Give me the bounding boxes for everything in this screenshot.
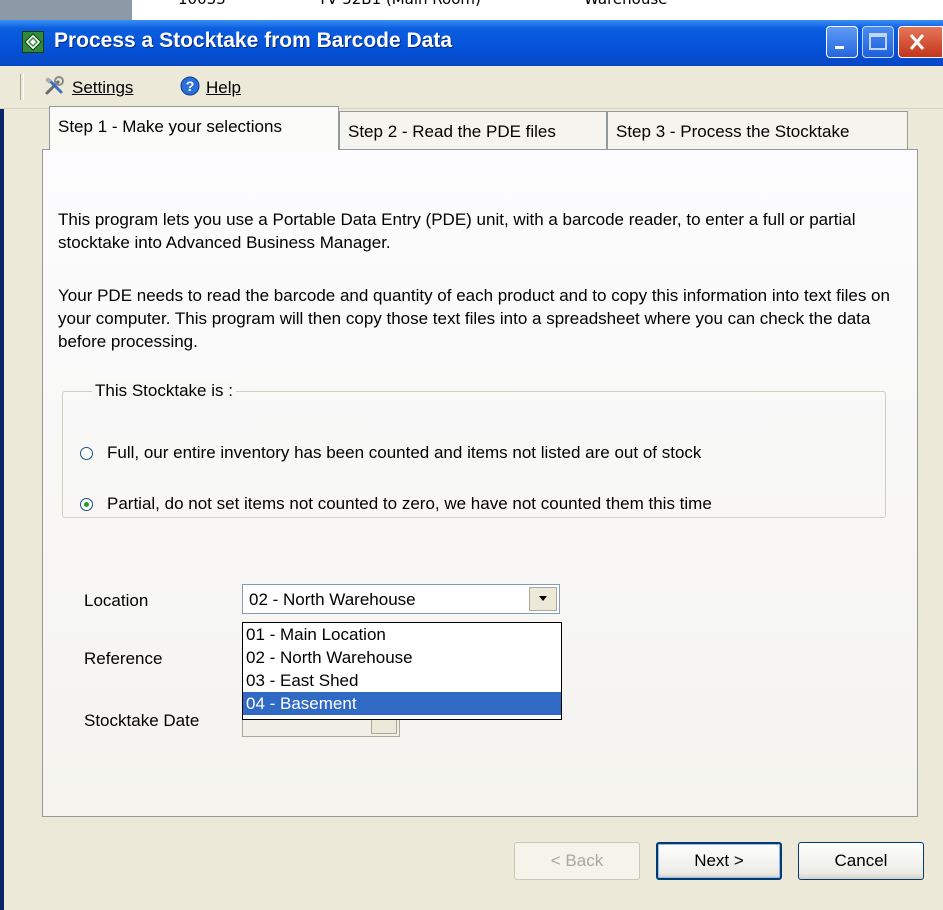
tab-step-3[interactable]: Step 3 - Process the Stocktake (607, 111, 908, 149)
tab-step-1[interactable]: Step 1 - Make your selections (49, 106, 339, 150)
location-option[interactable]: 03 - East Shed (243, 669, 561, 692)
location-label: Location (84, 591, 149, 610)
partial-radio[interactable] (80, 498, 93, 511)
chevron-down-icon (539, 596, 547, 601)
location-combo[interactable]: 02 - North Warehouse (242, 584, 560, 614)
maximize-button[interactable] (862, 26, 894, 58)
background-cell: TV 52B1 (Main Room) (318, 0, 481, 8)
tab-step-2[interactable]: Step 2 - Read the PDE files (339, 111, 607, 149)
menu-bar: Settings ? Help (0, 66, 943, 109)
partial-stocktake-option[interactable]: Partial, do not set items not counted to… (80, 494, 712, 514)
back-button-label: < Back (550, 851, 604, 870)
window-title: Process a Stocktake from Barcode Data (54, 29, 453, 52)
location-option-highlighted[interactable]: 04 - Basement (243, 692, 561, 715)
help-menu[interactable]: ? Help (180, 76, 241, 101)
full-radio[interactable] (80, 447, 93, 460)
settings-menu-label: Settings (72, 77, 134, 97)
location-dropdown-list[interactable]: 01 - Main Location 02 - North Warehouse … (242, 622, 562, 720)
back-button[interactable]: < Back (514, 842, 640, 880)
next-button-label: Next > (694, 851, 744, 870)
close-button[interactable] (898, 26, 943, 58)
location-option[interactable]: 02 - North Warehouse (243, 646, 561, 669)
intro-paragraph-1: This program lets you use a Portable Dat… (58, 210, 856, 252)
location-option[interactable]: 01 - Main Location (243, 623, 561, 646)
group-legend: This Stocktake is : (92, 381, 236, 401)
background-sidebar (0, 0, 132, 20)
stocktake-date-label: Stocktake Date (84, 711, 200, 730)
tab-label: Step 3 - Process the Stocktake (616, 122, 850, 141)
intro-paragraph-2: Your PDE needs to read the barcode and q… (58, 286, 890, 351)
full-radio-label: Full, our entire inventory has been coun… (107, 443, 702, 462)
next-button[interactable]: Next > (656, 842, 782, 880)
tab-label: Step 2 - Read the PDE files (348, 122, 556, 141)
background-cell: Warehouse (584, 0, 667, 8)
toolbar-grip (20, 74, 24, 100)
help-icon: ? (180, 76, 200, 101)
full-stocktake-option[interactable]: Full, our entire inventory has been coun… (80, 443, 701, 463)
settings-menu[interactable]: Settings (44, 76, 133, 101)
reference-label: Reference (84, 649, 163, 668)
minimize-button[interactable] (826, 26, 858, 58)
tab-label: Step 1 - Make your selections (58, 117, 282, 136)
cancel-button[interactable]: Cancel (798, 842, 924, 880)
dropdown-arrow-button[interactable] (529, 587, 557, 611)
svg-text:?: ? (186, 78, 195, 94)
help-menu-label: Help (206, 77, 241, 97)
tools-icon (44, 76, 66, 101)
location-value: 02 - North Warehouse (249, 590, 416, 609)
app-icon (22, 31, 44, 53)
title-bar[interactable]: Process a Stocktake from Barcode Data (0, 20, 943, 66)
cancel-button-label: Cancel (834, 851, 888, 870)
partial-radio-label: Partial, do not set items not counted to… (107, 494, 712, 513)
background-window-strip: 10033 TV 52B1 (Main Room) Warehouse (0, 0, 943, 20)
background-cell: 10033 (178, 0, 226, 8)
